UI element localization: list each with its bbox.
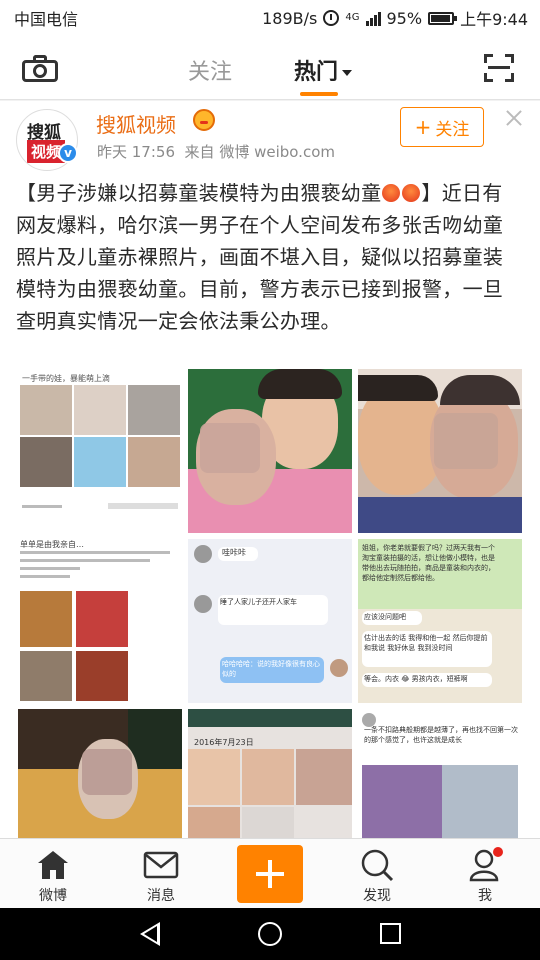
image-thumb-9[interactable]: 一条不扣路典般期都是越薄了，再也找不回第一次的那个感觉了，也许这就是成长 [358, 709, 522, 839]
image-thumb-3[interactable] [358, 369, 522, 533]
image-4-caption: 单单是由我亲自… [20, 540, 84, 549]
status-icons: 189B/s 4G 95% 上午9:44 [262, 6, 528, 30]
image-9-caption: 一条不扣路典般期都是越薄了，再也找不回第一次的那个感觉了，也许这就是成长 [364, 726, 518, 744]
back-icon[interactable] [140, 922, 160, 946]
home-icon [38, 851, 68, 879]
plus-icon: + [414, 115, 432, 139]
post-time: 昨天 17:56 [97, 143, 175, 161]
camera-icon[interactable] [22, 54, 58, 82]
tab-weibo[interactable]: 微博 [8, 839, 98, 909]
chat-line-a: 睡了人家儿子还开人家车 [220, 598, 297, 606]
battery-percent: 95% [386, 8, 423, 28]
recent-apps-icon[interactable] [380, 923, 401, 944]
profile-icon [469, 847, 503, 882]
caret-down-icon [342, 70, 353, 76]
carrier-label: 中国电信 [14, 10, 79, 29]
post-text-part1: 【男子涉嫌以招募童装模特为由猥亵幼童 [16, 181, 382, 205]
chat-line-b: 哈哈哈哈：说的我好像很有良心似的 [222, 660, 320, 678]
bottom-tab-bar: 微博 消息 发现 我 [0, 838, 540, 908]
post-source: 来自 微博 weibo.com [184, 143, 335, 161]
compose-button[interactable] [237, 845, 303, 903]
post-card: 搜狐 视频 v 搜狐视频 昨天 17:56 来自 微博 weibo.com + … [0, 101, 540, 839]
image-6-caption: 姐姐，你老弟就要假了吗？过两天我有一个淘宝童装拍摄的活，想让他做小模特，也是带他… [362, 544, 495, 582]
verified-badge-icon: v [58, 143, 78, 163]
scan-icon[interactable] [484, 54, 514, 82]
angry-emoji-icon [402, 184, 421, 202]
close-icon[interactable] [505, 109, 523, 127]
angry-emoji-icon [382, 184, 401, 202]
active-tab-indicator [300, 92, 338, 96]
vip-badge-icon [193, 109, 215, 131]
top-nav: 关注 热门 [0, 36, 540, 100]
tab-hot-label: 热门 [294, 60, 339, 85]
image-thumb-5[interactable]: 哇咔咔 睡了人家儿子还开人家车 哈哈哈哈：说的我好像很有良心似的 [188, 539, 352, 703]
image-thumb-4[interactable]: 单单是由我亲自… [18, 539, 182, 703]
tab-me-label: 我 [478, 888, 492, 904]
tab-hot[interactable]: 热门 [294, 54, 353, 86]
image-thumb-6[interactable]: 姐姐，你老弟就要假了吗？过两天我有一个淘宝童装拍摄的活，想让他做小模特，也是带他… [358, 539, 522, 703]
chat-line-d: 估计出去的话 我得和他一起 然后你提前和我说 我好休息 我到没时间 [364, 634, 488, 652]
tab-discover-label: 发现 [363, 888, 391, 904]
chat-line-c: 应该没问题吧 [364, 613, 406, 621]
image-8-caption: 2016年7月23日 [194, 738, 254, 747]
net-speed: 189B/s [262, 8, 318, 28]
system-nav-bar [0, 908, 540, 960]
tab-discover[interactable]: 发现 [332, 839, 422, 909]
tab-me[interactable]: 我 [440, 839, 530, 909]
tab-messages-label: 消息 [147, 888, 175, 904]
battery-icon [428, 11, 458, 25]
signal-icon [365, 10, 381, 26]
network-type: 4G [345, 12, 360, 23]
message-icon [143, 851, 179, 879]
follow-button-label: 关注 [435, 119, 470, 140]
image-5-caption: 哇咔咔 [222, 548, 246, 557]
post-text[interactable]: 【男子涉嫌以招募童装模特为由猥亵幼童 】近日有网友爆料，哈尔滨一男子在个人空间发布… [16, 177, 522, 337]
image-1-caption: 一手带的娃，暴能萌上滴 [22, 374, 110, 383]
tab-weibo-label: 微博 [39, 888, 67, 904]
home-circle-icon[interactable] [258, 922, 282, 946]
chat-line-e: 等会。内衣 😂 男孩内衣，短裤啊 [364, 675, 468, 683]
image-thumb-1[interactable]: 一手带的娃，暴能萌上滴 [18, 369, 182, 533]
image-thumb-2[interactable] [188, 369, 352, 533]
tab-follow[interactable]: 关注 [188, 54, 232, 86]
post-meta: 昨天 17:56 来自 微博 weibo.com [97, 141, 335, 162]
author-name[interactable]: 搜狐视频 [96, 109, 176, 138]
clock: 上午9:44 [460, 10, 528, 29]
follow-button[interactable]: + 关注 [400, 107, 484, 147]
image-thumb-7[interactable] [18, 709, 182, 839]
status-bar: 中国电信 189B/s 4G 95% 上午9:44 [0, 0, 540, 36]
tab-messages[interactable]: 消息 [116, 839, 206, 909]
image-thumb-8[interactable]: 2016年7月23日 [188, 709, 352, 839]
search-icon [361, 849, 394, 882]
alarm-icon [323, 10, 340, 26]
